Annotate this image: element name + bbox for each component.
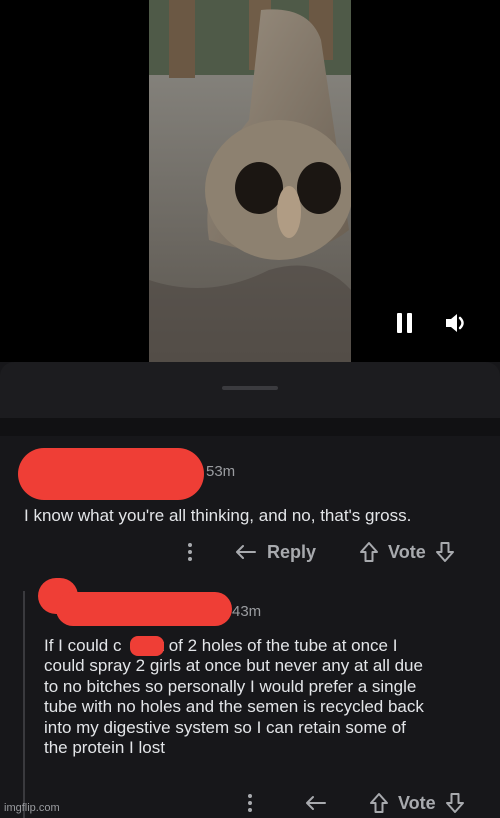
comment-line: into my digestive system so I can retain… — [44, 717, 406, 737]
comment-body: If I could c out of 2 holes of the tube … — [44, 636, 494, 758]
reply-icon — [306, 796, 326, 810]
volume-button[interactable] — [442, 309, 472, 337]
comment-actions: Vote — [240, 792, 466, 814]
comment-actions: Reply Vote — [180, 541, 456, 563]
more-options-button[interactable] — [180, 542, 200, 562]
redacted-word — [130, 636, 164, 656]
upvote-icon — [360, 542, 379, 562]
downvote-button[interactable] — [444, 792, 466, 814]
reply-label: Reply — [267, 541, 317, 562]
comment-timestamp: 43m — [232, 603, 262, 620]
comment-line: tube with no holes and the semen is recy… — [44, 697, 424, 717]
volume-icon — [446, 314, 464, 332]
sheet-header — [0, 362, 500, 418]
comment-line: If I could c out of 2 holes of the tube … — [44, 636, 398, 655]
vote-label: Vote — [398, 792, 436, 813]
more-vertical-icon — [188, 543, 192, 561]
video-frame[interactable] — [149, 0, 351, 362]
more-options-button[interactable] — [240, 793, 260, 813]
reply-button[interactable] — [304, 793, 328, 813]
redacted-username — [56, 592, 232, 626]
video-still-image — [149, 0, 351, 362]
vote-label: Vote — [388, 541, 426, 562]
watermark: imgflip.com — [4, 802, 60, 814]
downvote-icon — [445, 793, 464, 813]
downvote-button[interactable] — [434, 541, 456, 563]
upvote-button[interactable] — [368, 792, 390, 814]
video-player[interactable] — [0, 0, 500, 362]
redacted-username — [18, 448, 204, 500]
reply-icon — [236, 545, 256, 559]
comment-line: the protein I lost — [44, 738, 165, 758]
upvote-button[interactable] — [358, 541, 380, 563]
drag-handle[interactable] — [222, 386, 278, 390]
more-vertical-icon — [248, 794, 252, 812]
comment-body: I know what you're all thinking, and no,… — [24, 506, 412, 525]
comment-line: to no bitches so personally I would pref… — [44, 676, 417, 696]
comment-line: could spray 2 girls at once but never an… — [44, 656, 423, 676]
comment: 53m I know what you're all thinking, and… — [0, 448, 500, 578]
pause-button[interactable] — [390, 309, 420, 337]
reply-comment: 43m If I could c out of 2 holes of the t… — [0, 576, 500, 816]
downvote-icon — [435, 542, 454, 562]
pause-icon — [397, 313, 412, 333]
comment-timestamp: 53m — [206, 463, 236, 480]
comments-sheet: 53m I know what you're all thinking, and… — [0, 362, 500, 818]
reply-button[interactable]: Reply — [234, 542, 316, 563]
upvote-icon — [370, 793, 388, 813]
divider — [0, 418, 500, 436]
